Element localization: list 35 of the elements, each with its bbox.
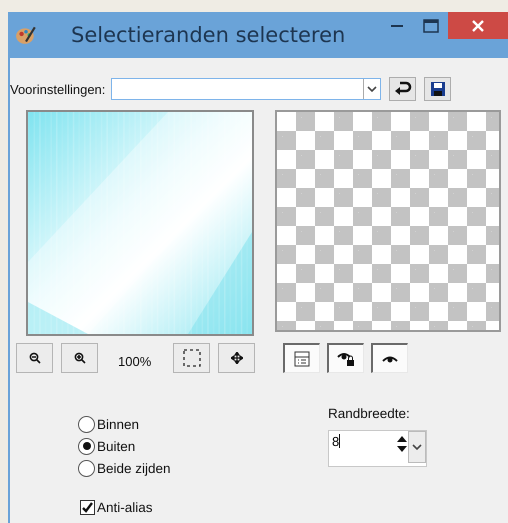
save-button[interactable] [424, 77, 452, 101]
view-toggle[interactable] [371, 343, 408, 373]
selection-button[interactable] [173, 343, 210, 373]
border-width-field[interactable]: 8 [328, 430, 427, 467]
close-icon [472, 20, 484, 32]
presets-label: Voorinstellingen: [10, 82, 106, 96]
radio-button[interactable] [78, 460, 95, 476]
radio-button[interactable] [78, 416, 95, 432]
eye-icon [382, 354, 398, 364]
zoom-level: 100% [118, 354, 152, 368]
curved-arrow-icon [394, 81, 412, 97]
zoom-in-icon [74, 352, 86, 364]
checkbox-label: Anti-alias [97, 500, 153, 515]
window-title: Selectieranden selecteren [71, 23, 346, 47]
radio-label: Binnen [97, 416, 140, 432]
move-icon [230, 352, 243, 364]
reset-button[interactable] [389, 77, 416, 101]
close-button[interactable] [448, 12, 508, 39]
properties-icon [294, 350, 310, 366]
palette-icon [15, 24, 37, 46]
radio-label: Buiten [97, 438, 136, 454]
checkbox[interactable] [80, 500, 95, 515]
view-toggle[interactable] [327, 343, 364, 373]
zoom-out-icon [28, 352, 40, 364]
pan-button[interactable] [218, 343, 256, 373]
maximize-icon [423, 18, 439, 32]
dashed-rectangle-icon [182, 348, 202, 368]
minimize-icon [391, 24, 403, 26]
eye-lock-icon [337, 350, 356, 366]
zoom-out-button[interactable] [16, 343, 53, 373]
zoom-in-button[interactable] [61, 343, 98, 373]
view-toggle[interactable] [283, 343, 320, 373]
radio-label: Beide zijden [97, 460, 171, 476]
border-width-label: Randbreedte: [328, 406, 411, 421]
radio-button[interactable] [78, 438, 95, 454]
